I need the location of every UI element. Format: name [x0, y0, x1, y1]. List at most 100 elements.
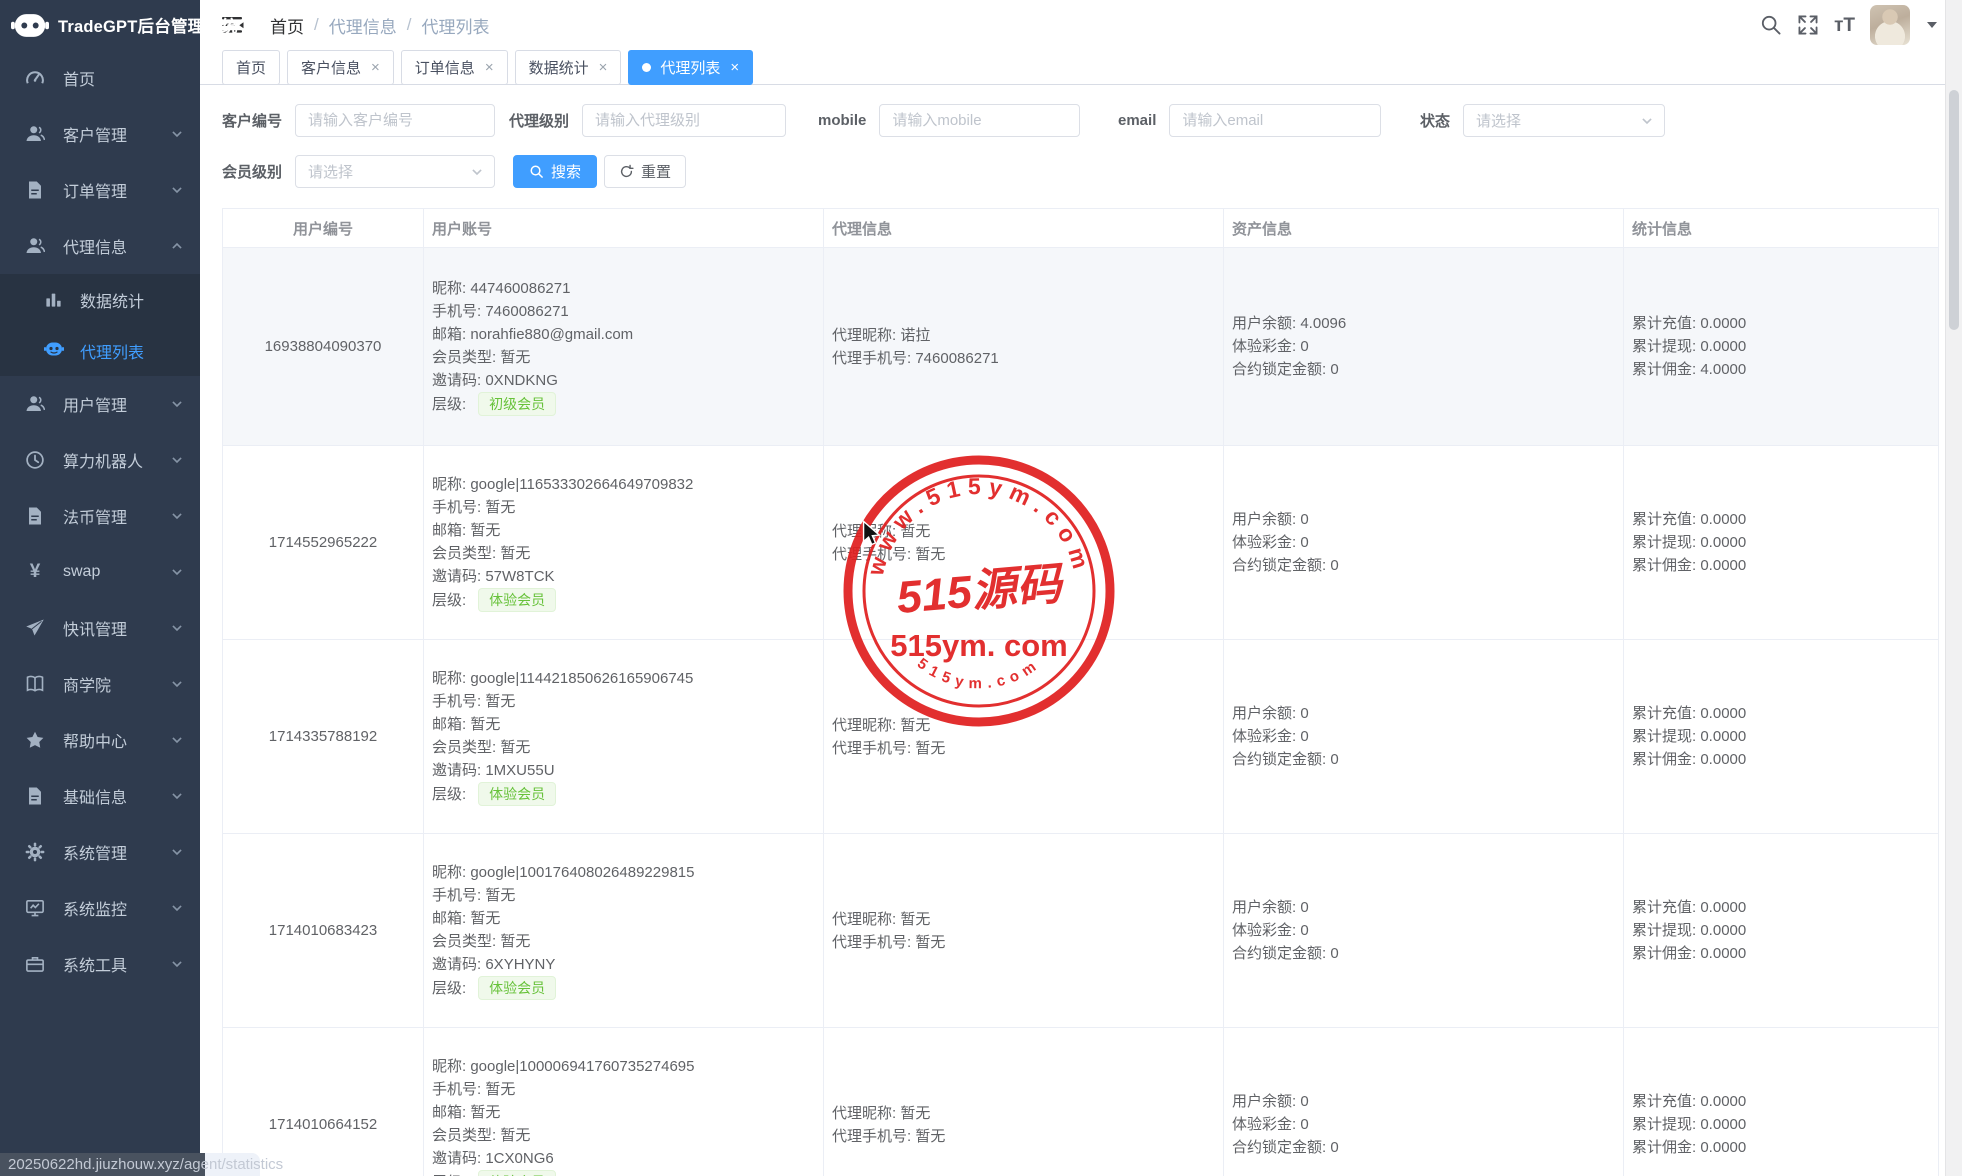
member-type-value: 暂无 — [500, 739, 530, 756]
search-icon — [529, 164, 544, 179]
bonus-value: 0 — [1300, 534, 1308, 551]
sidebar-item-users[interactable]: 用户管理 — [0, 376, 200, 432]
tab-customer-info[interactable]: 客户信息 × — [287, 50, 394, 85]
chevron-down-icon — [170, 397, 184, 411]
sidebar-item-fiat[interactable]: 法币管理 — [0, 488, 200, 544]
sidebar-item-mining-robot[interactable]: 算力机器人 — [0, 432, 200, 488]
main-content: 客户编号 代理级别 mobile email 状态 请选择 会员级别 — [200, 85, 1945, 1176]
cell-user-account: 昵称: 447460086271 手机号: 7460086271 邮箱: nor… — [424, 248, 824, 445]
search-icon[interactable] — [1760, 14, 1782, 36]
sidebar-item-system-tools[interactable]: 系统工具 — [0, 936, 200, 992]
balance-value: 0 — [1300, 899, 1308, 916]
monitor-icon — [25, 898, 45, 918]
sidebar-item-data-statistics[interactable]: 数据统计 — [0, 274, 200, 325]
agent-level-input[interactable] — [582, 104, 786, 137]
balance-value: 0 — [1300, 705, 1308, 722]
sidebar-item-agents[interactable]: 代理信息 — [0, 218, 200, 274]
phone-value: 暂无 — [485, 693, 515, 710]
email-input[interactable] — [1169, 104, 1381, 137]
sidebar-item-orders[interactable]: 订单管理 — [0, 162, 200, 218]
close-icon[interactable]: × — [485, 60, 494, 75]
nickname-value: google|114421850626165906745 — [470, 670, 693, 687]
sidebar-item-help-center[interactable]: 帮助中心 — [0, 712, 200, 768]
user-id: 1714335788192 — [269, 728, 377, 745]
level-badge: 初级会员 — [478, 392, 556, 416]
agent-phone-value: 暂无 — [915, 1128, 945, 1145]
total-withdraw-value: 0.0000 — [1700, 922, 1746, 939]
email-value: 暂无 — [470, 1104, 500, 1121]
email-value: 暂无 — [470, 716, 500, 733]
sidebar-item-agent-list[interactable]: 代理列表 — [0, 325, 200, 376]
col-header-statistics: 统计信息 — [1624, 209, 1938, 247]
sidebar-item-label: 用户管理 — [63, 392, 127, 416]
cell-agent-info: 代理昵称: 诺拉 代理手机号: 7460086271 — [824, 248, 1224, 445]
sidebar-item-customers[interactable]: 客户管理 — [0, 106, 200, 162]
breadcrumb-separator: / — [314, 15, 319, 35]
agent-phone-value: 暂无 — [915, 546, 945, 563]
bar-chart-icon — [44, 290, 64, 310]
customer-no-input[interactable] — [295, 104, 495, 137]
chevron-down-icon — [170, 677, 184, 691]
cell-user-account: 昵称: google|100176408026489229815 手机号: 暂无… — [424, 834, 824, 1027]
tab-agent-list[interactable]: 代理列表 × — [628, 50, 753, 85]
tab-home[interactable]: 首页 — [222, 50, 280, 85]
chevron-down-icon — [470, 165, 484, 179]
mobile-input[interactable] — [879, 104, 1080, 137]
cell-user-id: 1714335788192 — [223, 640, 424, 833]
sidebar-item-basic-info[interactable]: 基础信息 — [0, 768, 200, 824]
filter-agent-level: 代理级别 — [509, 104, 786, 137]
sidebar-submenu-agents: 数据统计 代理列表 — [0, 274, 200, 376]
sidebar-item-news[interactable]: 快讯管理 — [0, 600, 200, 656]
cell-user-id: 1714010683423 — [223, 834, 424, 1027]
search-button[interactable]: 搜索 — [513, 155, 597, 188]
breadcrumb-agent-info[interactable]: 代理信息 — [329, 13, 397, 38]
sidebar-item-swap[interactable]: ¥ swap — [0, 544, 200, 600]
agent-phone-value: 暂无 — [915, 934, 945, 951]
app-logo: TradeGPT后台管理系统 — [0, 0, 200, 50]
tab-order-info[interactable]: 订单信息 × — [401, 50, 508, 85]
email-value: 暂无 — [470, 522, 500, 539]
avatar-caret-icon[interactable] — [1927, 22, 1937, 28]
close-icon[interactable]: × — [371, 60, 380, 75]
agent-phone-value: 暂无 — [915, 740, 945, 757]
sidebar-item-label: 数据统计 — [80, 288, 144, 312]
total-recharge-value: 0.0000 — [1700, 511, 1746, 528]
breadcrumb-home[interactable]: 首页 — [270, 13, 304, 38]
member-level-select[interactable]: 请选择 — [295, 155, 495, 188]
sidebar-item-system-monitor[interactable]: 系统监控 — [0, 880, 200, 936]
agent-nickname-value: 暂无 — [900, 911, 930, 928]
filter-customer-no: 客户编号 — [222, 104, 495, 137]
sidebar-item-business-school[interactable]: 商学院 — [0, 656, 200, 712]
cell-statistics: 累计充值: 0.0000 累计提现: 0.0000 累计佣金: 0.0000 — [1624, 1028, 1938, 1176]
user-id: 1714010683423 — [269, 922, 377, 939]
vertical-scrollbar[interactable] — [1945, 0, 1962, 1176]
chevron-up-icon — [170, 239, 184, 253]
cell-agent-info: 代理昵称: 暂无 代理手机号: 暂无 — [824, 834, 1224, 1027]
chevron-down-icon — [1640, 114, 1654, 128]
close-icon[interactable]: × — [599, 60, 608, 75]
fullscreen-icon[interactable] — [1797, 14, 1819, 36]
total-commission-value: 0.0000 — [1700, 1139, 1746, 1156]
locked-value: 0 — [1330, 945, 1338, 962]
reset-button[interactable]: 重置 — [604, 155, 686, 188]
bonus-value: 0 — [1300, 922, 1308, 939]
col-header-user-id: 用户编号 — [223, 209, 424, 247]
sidebar-item-system-management[interactable]: 系统管理 — [0, 824, 200, 880]
email-value: 暂无 — [470, 910, 500, 927]
total-commission-value: 0.0000 — [1700, 945, 1746, 962]
sidebar: TradeGPT后台管理系统 首页 客户管理 — [0, 0, 200, 1176]
sidebar-item-label: 法币管理 — [63, 504, 127, 528]
status-select[interactable]: 请选择 — [1463, 104, 1665, 137]
balance-value: 4.0096 — [1300, 315, 1346, 332]
close-icon[interactable]: × — [730, 60, 739, 75]
avatar[interactable] — [1870, 5, 1910, 45]
total-withdraw-value: 0.0000 — [1700, 1116, 1746, 1133]
top-header: 首页 / 代理信息 / 代理列表 тT — [200, 0, 1945, 50]
yen-icon: ¥ — [25, 562, 45, 582]
phone-value: 7460086271 — [485, 303, 568, 320]
sidebar-item-home[interactable]: 首页 — [0, 50, 200, 106]
scrollbar-thumb[interactable] — [1949, 90, 1959, 330]
font-size-icon[interactable]: тT — [1834, 16, 1855, 35]
document-icon — [25, 180, 45, 200]
tab-data-statistics[interactable]: 数据统计 × — [515, 50, 622, 85]
